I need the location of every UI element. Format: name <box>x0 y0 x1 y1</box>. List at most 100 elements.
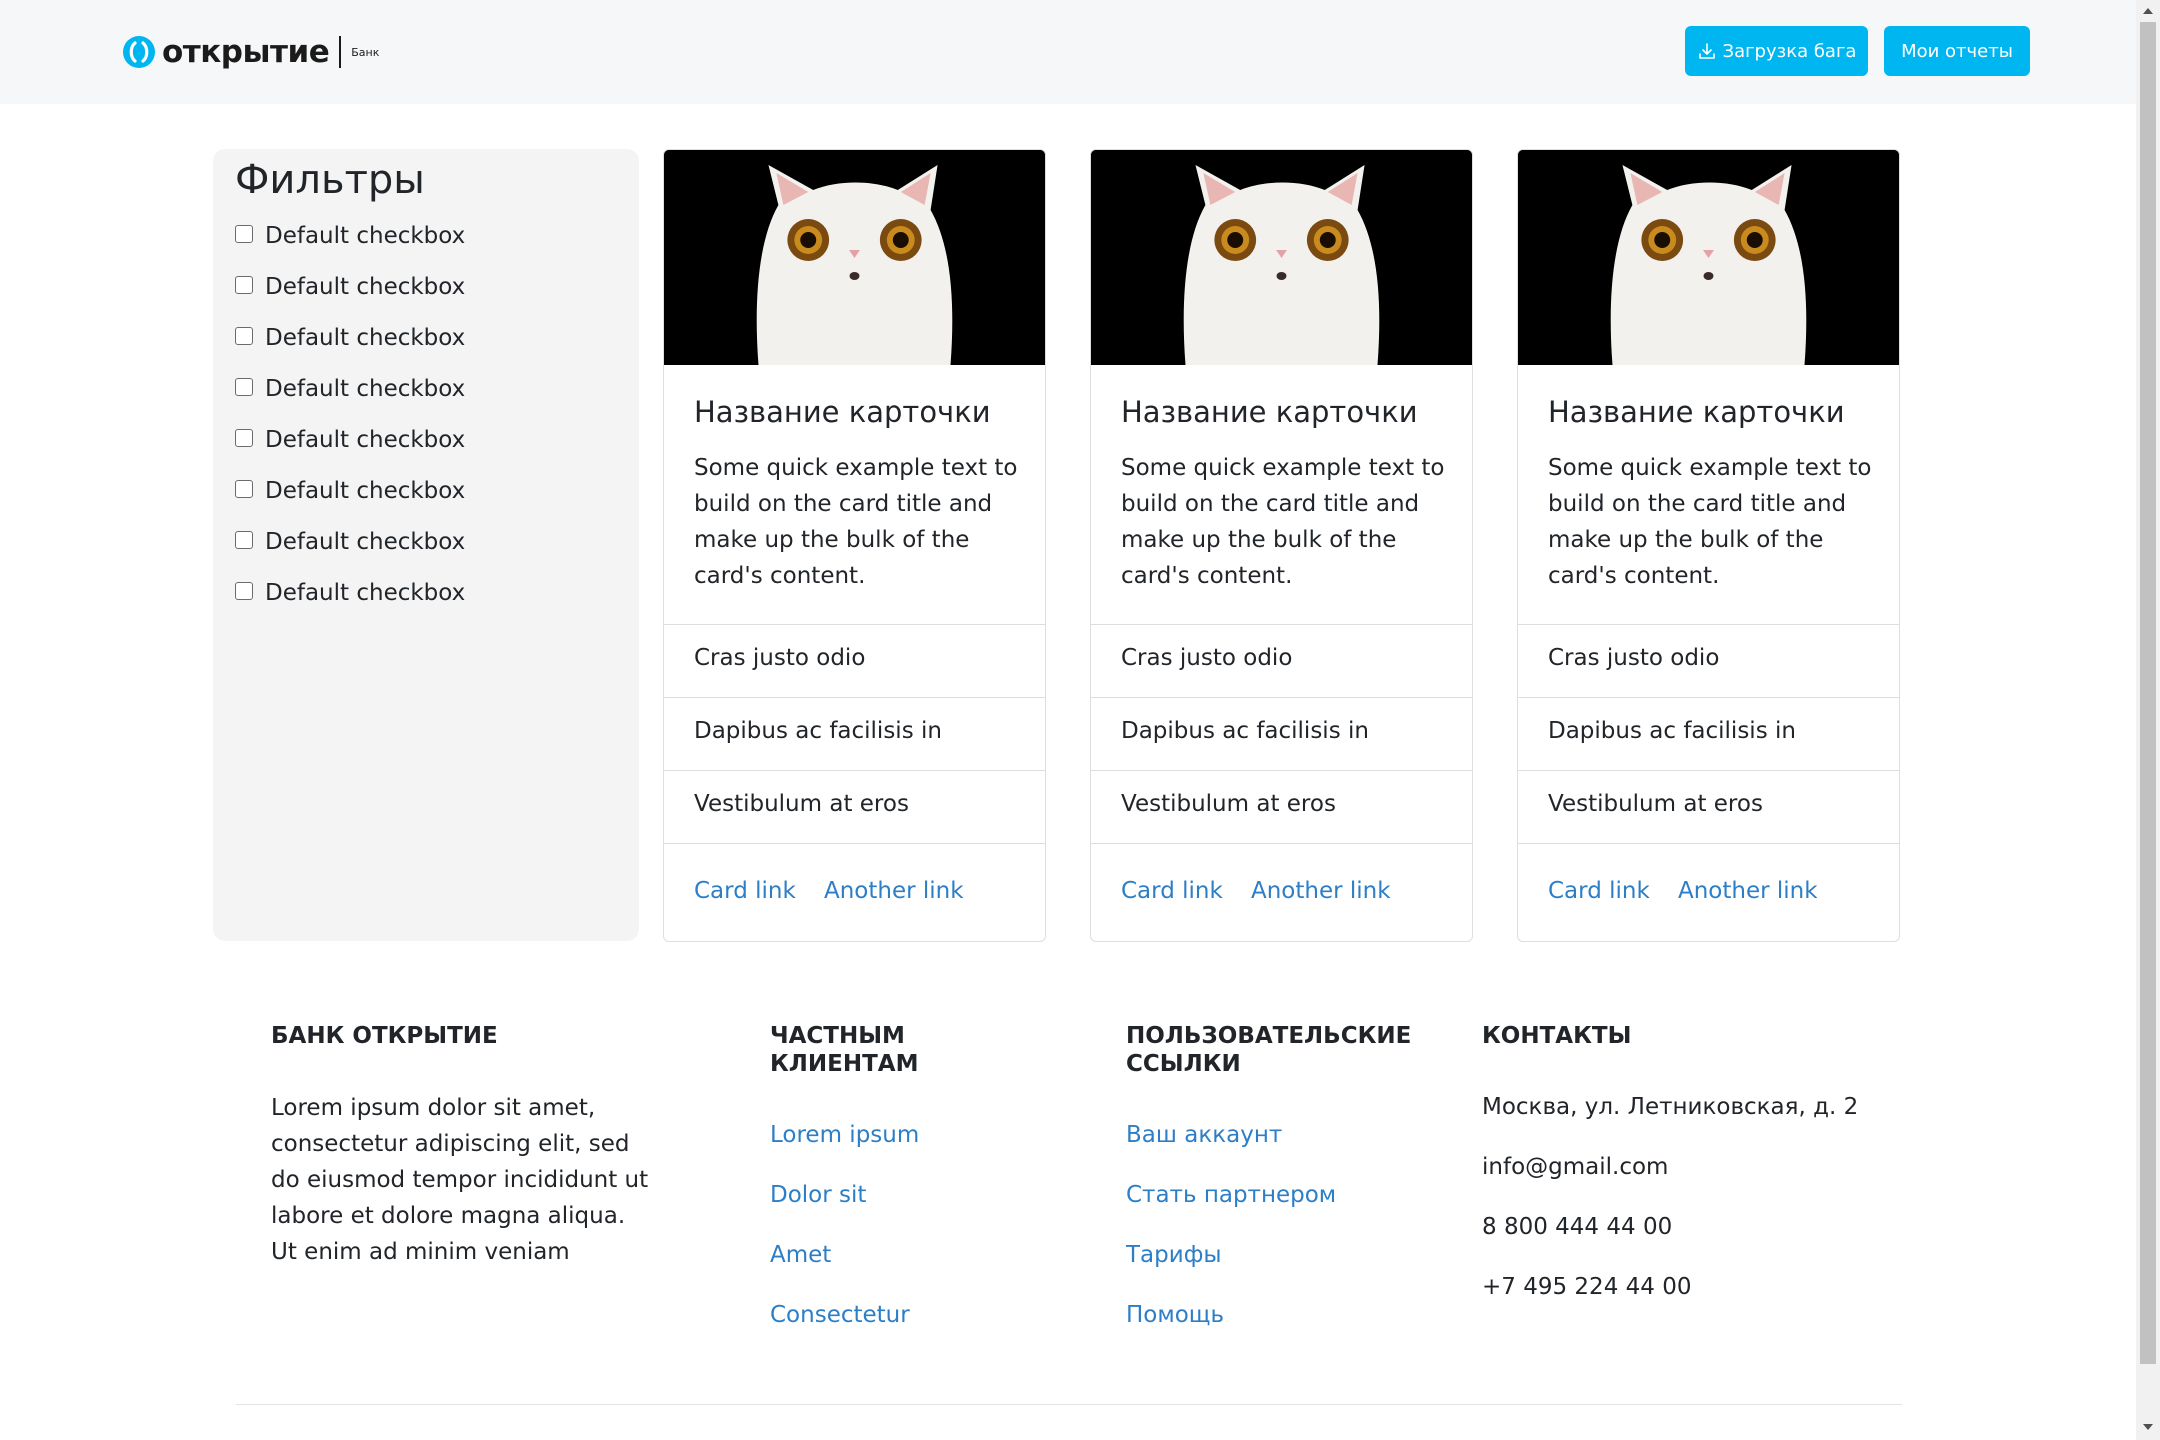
filter-option[interactable]: Default checkbox <box>235 325 465 351</box>
scroll-down-icon[interactable] <box>2143 1424 2153 1430</box>
upload-bug-button[interactable]: Загрузка бага <box>1685 26 1868 76</box>
footer-private-heading: ЧАСТНЫМ <box>770 1023 905 1049</box>
download-icon <box>1698 43 1715 59</box>
filter-option[interactable]: Default checkbox <box>235 376 465 402</box>
card-links: Card link Another link <box>1518 843 1899 941</box>
list-item: Cras justo odio <box>1091 624 1472 698</box>
another-link[interactable]: Another link <box>824 878 964 904</box>
list-item: Cras justo odio <box>664 624 1045 698</box>
filter-label: Default checkbox <box>265 223 466 249</box>
footer-contacts-heading: КОНТАКТЫ <box>1482 1023 1632 1049</box>
filter-checkbox[interactable] <box>235 327 253 345</box>
card-title: Название карточки <box>694 395 991 429</box>
logo-wordmark: открытие <box>162 34 330 70</box>
footer-about-heading: БАНК ОТКРЫТИЕ <box>271 1023 498 1049</box>
contact-phone: 8 800 444 44 00 <box>1482 1214 1673 1240</box>
footer-link-tariffs[interactable]: Тарифы <box>1126 1242 1222 1268</box>
scroll-thumb[interactable] <box>2140 22 2156 1364</box>
footer-link[interactable]: Dolor sit <box>770 1182 866 1208</box>
product-card: Название карточки Some quick example tex… <box>663 149 1046 942</box>
filters-title: Фильтры <box>235 157 425 203</box>
footer-link-help[interactable]: Помощь <box>1126 1302 1224 1328</box>
list-item: Vestibulum at eros <box>1518 770 1899 844</box>
filter-checkbox[interactable] <box>235 276 253 294</box>
filter-option[interactable]: Default checkbox <box>235 427 465 453</box>
list-item-text: Vestibulum at eros <box>694 791 909 817</box>
contact-phone-2: +7 495 224 44 00 <box>1482 1274 1692 1300</box>
filter-label: Default checkbox <box>265 580 466 606</box>
card-link[interactable]: Card link <box>1548 878 1650 904</box>
footer-user-links-heading: ПОЛЬЗОВАТЕЛЬСКИЕ <box>1126 1023 1412 1049</box>
list-item-text: Cras justo odio <box>1548 645 1720 671</box>
logo-divider <box>339 36 342 68</box>
filter-checkbox[interactable] <box>235 225 253 243</box>
filter-checkbox[interactable] <box>235 582 253 600</box>
filter-option[interactable]: Default checkbox <box>235 478 465 504</box>
white-cat-photo <box>664 150 1045 365</box>
list-item: Dapibus ac facilisis in <box>664 697 1045 771</box>
list-item-text: Dapibus ac facilisis in <box>694 718 942 744</box>
footer-about-text: Lorem ipsum dolor sit amet, consectetur … <box>271 1095 649 1265</box>
list-item-text: Dapibus ac facilisis in <box>1121 718 1369 744</box>
filter-label: Default checkbox <box>265 529 466 555</box>
filter-option[interactable]: Default checkbox <box>235 529 465 555</box>
scroll-up-icon[interactable] <box>2143 8 2153 14</box>
card-link[interactable]: Card link <box>1121 878 1223 904</box>
card-links: Card link Another link <box>664 843 1045 941</box>
footer-private-heading-2: КЛИЕНТАМ <box>770 1051 919 1077</box>
contact-address: Москва, ул. Летниковская, д. 2 <box>1482 1094 1859 1120</box>
filter-option[interactable]: Default checkbox <box>235 223 465 249</box>
filter-checkbox[interactable] <box>235 531 253 549</box>
upload-bug-label: Загрузка бага <box>1722 40 1857 62</box>
bank-logo[interactable]: открытие Банк <box>122 32 379 72</box>
filter-option[interactable]: Default checkbox <box>235 580 465 606</box>
footer-link-partner[interactable]: Стать партнером <box>1126 1182 1336 1208</box>
footer-contacts: КОНТАКТЫ <box>1482 1022 1882 1050</box>
card-title: Название карточки <box>1548 395 1845 429</box>
card-title: Название карточки <box>1121 395 1418 429</box>
filters-panel: Фильтры Default checkbox Default checkbo… <box>213 149 639 941</box>
footer-link-account[interactable]: Ваш аккаунт <box>1126 1122 1282 1148</box>
list-item-text: Dapibus ac facilisis in <box>1548 718 1796 744</box>
white-cat-photo <box>1518 150 1899 365</box>
filter-label: Default checkbox <box>265 376 466 402</box>
filter-checkbox[interactable] <box>235 378 253 396</box>
filter-checkbox[interactable] <box>235 429 253 447</box>
contact-email: info@gmail.com <box>1482 1154 1669 1180</box>
another-link[interactable]: Another link <box>1251 878 1391 904</box>
list-item: Dapibus ac facilisis in <box>1091 697 1472 771</box>
white-cat-photo <box>1091 150 1472 365</box>
page-scrollbar[interactable] <box>2136 0 2160 1440</box>
filter-option[interactable]: Default checkbox <box>235 274 465 300</box>
my-reports-label: Мои отчеты <box>1901 40 2013 62</box>
footer-link[interactable]: Consectetur <box>770 1302 910 1328</box>
otkritie-logo-icon <box>123 36 155 68</box>
card-link[interactable]: Card link <box>694 878 796 904</box>
list-item-text: Vestibulum at eros <box>1121 791 1336 817</box>
card-links: Card link Another link <box>1091 843 1472 941</box>
footer-link[interactable]: Amet <box>770 1242 831 1268</box>
footer-about: БАНК ОТКРЫТИЕ Lorem ipsum dolor sit amet… <box>271 1022 651 1270</box>
filter-label: Default checkbox <box>265 427 466 453</box>
filter-label: Default checkbox <box>265 478 466 504</box>
list-item: Vestibulum at eros <box>1091 770 1472 844</box>
top-header: открытие Банк Загрузка бага Мои отчеты <box>0 0 2136 104</box>
list-item-text: Cras justo odio <box>1121 645 1293 671</box>
footer-user-links-heading-2: ССЫЛКИ <box>1126 1051 1241 1077</box>
filter-checkbox[interactable] <box>235 480 253 498</box>
product-card: Название карточки Some quick example tex… <box>1090 149 1473 942</box>
list-item-text: Cras justo odio <box>694 645 866 671</box>
product-card: Название карточки Some quick example tex… <box>1517 149 1900 942</box>
list-item: Cras justo odio <box>1518 624 1899 698</box>
filter-label: Default checkbox <box>265 325 466 351</box>
another-link[interactable]: Another link <box>1678 878 1818 904</box>
footer-private: ЧАСТНЫМ КЛИЕНТАМ <box>770 1022 1070 1078</box>
list-item-text: Vestibulum at eros <box>1548 791 1763 817</box>
footer-user-links: ПОЛЬЗОВАТЕЛЬСКИЕ ССЫЛКИ <box>1126 1022 1446 1078</box>
card-text: Some quick example text to build on the … <box>1548 455 1872 589</box>
footer-link[interactable]: Lorem ipsum <box>770 1122 919 1148</box>
my-reports-button[interactable]: Мои отчеты <box>1884 26 2030 76</box>
logo-subtitle: Банк <box>351 45 380 59</box>
list-item: Dapibus ac facilisis in <box>1518 697 1899 771</box>
card-text: Some quick example text to build on the … <box>694 455 1018 589</box>
